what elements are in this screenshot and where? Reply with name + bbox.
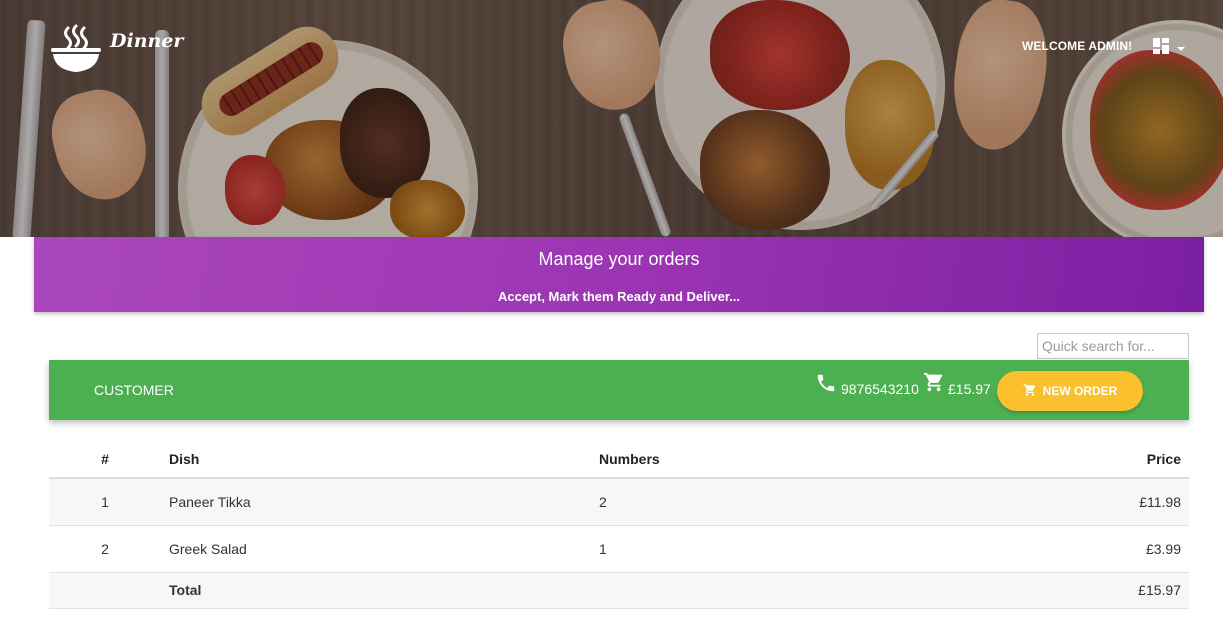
row-dish: Greek Salad [169, 540, 247, 557]
welcome-message: WELCOME ADMIN! [1022, 39, 1133, 53]
table-total-row: Total £15.97 [49, 572, 1189, 608]
total-label: Total [161, 572, 591, 608]
column-header-number: # [49, 440, 161, 479]
row-quantity: 1 [599, 540, 607, 557]
brand-logo[interactable]: Dinner [50, 24, 183, 76]
table-header-row: # Dish Numbers Price [49, 440, 1189, 479]
customer-label: CUSTOMER [94, 382, 174, 398]
row-quantity: 2 [591, 478, 1041, 525]
column-header-dish: Dish [161, 440, 591, 479]
page-title: Manage your orders [538, 249, 700, 269]
customer-phone: 9876543210 [841, 381, 919, 397]
quick-search-input[interactable] [1037, 333, 1189, 359]
row-dish: Paneer Tikka [161, 478, 591, 525]
total-empty-cell [591, 572, 1041, 608]
table-row: 1 Paneer Tikka 2 £11.98 [49, 478, 1189, 525]
hero-banner-image: Dinner WELCOME ADMIN! [0, 0, 1223, 237]
total-price: £15.97 [1041, 572, 1189, 608]
new-order-button[interactable]: NEW ORDER [997, 371, 1143, 411]
hero-overlay [0, 0, 1223, 237]
column-header-price: Price [1041, 440, 1189, 479]
cart-icon [923, 371, 945, 398]
dashboard-icon [1152, 37, 1170, 60]
row-price: £3.99 [1145, 540, 1181, 557]
order-items-table: # Dish Numbers Price 1 Paneer Tikka 2 £1… [49, 440, 1189, 609]
dashboard-menu-button[interactable] [1152, 37, 1186, 60]
bowl-icon [50, 24, 102, 76]
row-number: 1 [49, 478, 161, 525]
caret-down-icon [1176, 40, 1186, 58]
row-price: £11.98 [1041, 478, 1189, 525]
cart-icon [1023, 383, 1037, 400]
brand-name: Dinner [110, 30, 184, 52]
orders-header-banner: Manage your orders Accept, Mark them Rea… [34, 237, 1204, 312]
cart-total: £15.97 [948, 381, 991, 397]
customer-bar: CUSTOMER 9876543210 £15.97 NEW ORDER [49, 360, 1189, 420]
phone-icon [815, 372, 837, 399]
page-subtitle: Accept, Mark them Ready and Deliver... [497, 289, 741, 304]
table-row: 2 Greek Salad 1 £3.99 [49, 525, 1189, 572]
column-header-numbers: Numbers [591, 440, 1041, 479]
total-empty-cell [49, 572, 161, 608]
new-order-label: NEW ORDER [1042, 384, 1118, 398]
row-number: 2 [101, 540, 109, 557]
